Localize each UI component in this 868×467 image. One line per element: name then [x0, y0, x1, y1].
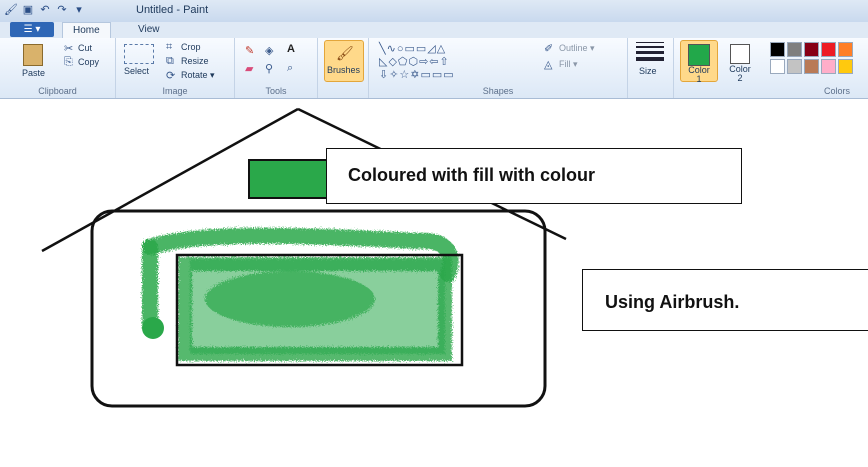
- rotate-button[interactable]: Rotate ▾: [181, 70, 215, 81]
- cut-icon[interactable]: ✂: [64, 42, 73, 55]
- palette-swatch[interactable]: [787, 42, 802, 57]
- shapes-row-1[interactable]: ╲∿○▭▭◿△: [379, 42, 446, 55]
- title-bar: 🖌 ▣ ↶ ↷ ▾ Untitled - Paint: [0, 0, 868, 23]
- color-picker-icon[interactable]: ⚲: [265, 62, 273, 75]
- colors-group-label: Colors: [823, 86, 850, 96]
- rotate-icon[interactable]: ⟳: [166, 69, 175, 82]
- clipboard-group: Paste ✂ Cut ⎘ Copy Clipboard: [0, 38, 116, 98]
- undo-icon[interactable]: ↶: [38, 3, 52, 17]
- copy-button[interactable]: Copy: [78, 57, 99, 67]
- color-2-button[interactable]: Color 2: [722, 40, 758, 83]
- resize-button[interactable]: Resize: [181, 56, 209, 66]
- tools-group: ✎ ◈ A ▰ ⚲ ⌕ Tools: [235, 38, 318, 98]
- crop-icon[interactable]: ⌗: [166, 41, 172, 54]
- window-title: Untitled - Paint: [136, 4, 209, 16]
- size-group: Size: [628, 38, 674, 98]
- palette-swatch[interactable]: [838, 42, 853, 57]
- brushes-button[interactable]: 🖌 Brushes: [324, 40, 364, 82]
- outline-button[interactable]: Outline ▾: [559, 43, 595, 54]
- palette-swatch[interactable]: [804, 42, 819, 57]
- size-lines-icon[interactable]: [636, 42, 664, 61]
- eraser-icon[interactable]: ▰: [245, 62, 253, 75]
- airbrush-dot: [142, 317, 164, 339]
- color-1-swatch: [688, 44, 710, 66]
- clipboard-group-label: Clipboard: [38, 86, 77, 96]
- brushes-group: 🖌 Brushes: [318, 38, 369, 98]
- shapes-group-label: Shapes: [482, 86, 514, 96]
- color-2-label: Color 2: [729, 64, 751, 83]
- clipboard-icon: [23, 44, 43, 66]
- resize-icon[interactable]: ⧉: [166, 55, 174, 68]
- airbrush-annotation-box: Using Airbrush.: [582, 269, 868, 331]
- cut-button[interactable]: Cut: [78, 43, 92, 53]
- fill-annotation-box: Coloured with fill with colour: [326, 148, 742, 204]
- fill-annotation-text: Coloured with fill with colour: [348, 165, 595, 185]
- paste-button[interactable]: Paste: [18, 40, 46, 80]
- tab-view[interactable]: View: [128, 22, 170, 38]
- airbrush-annotation-text: Using Airbrush.: [605, 292, 740, 312]
- customize-qat-icon[interactable]: ▾: [72, 3, 86, 17]
- fill-icon[interactable]: ◬: [544, 58, 552, 71]
- palette-swatch[interactable]: [838, 59, 853, 74]
- brush-icon: 🖌: [336, 45, 354, 61]
- paste-label: Paste: [22, 68, 46, 78]
- tools-group-label: Tools: [265, 86, 287, 96]
- crop-button[interactable]: Crop: [181, 42, 201, 52]
- magnifier-icon[interactable]: ⌕: [287, 62, 293, 75]
- file-menu-button[interactable]: ☰ ▾: [10, 22, 54, 37]
- ribbon: Paste ✂ Cut ⎘ Copy Clipboard Select ⌗ Cr…: [0, 38, 868, 99]
- shapes-row-2[interactable]: ◺◇⬠⬡⇨⇦⇧: [379, 55, 450, 68]
- shapes-row-3[interactable]: ⇩✧☆✡▭▭▭: [379, 68, 455, 81]
- brushes-label: Brushes: [327, 65, 361, 75]
- select-button[interactable]: Select: [124, 66, 149, 76]
- color-selection-group: Color 1 Color 2: [674, 38, 766, 98]
- palette-swatch[interactable]: [770, 59, 785, 74]
- paint-app-icon[interactable]: 🖌: [4, 3, 18, 17]
- color-1-label: Color 1: [688, 65, 710, 84]
- text-tool-icon[interactable]: A: [287, 43, 295, 55]
- shapes-group: ╲∿○▭▭◿△ ◺◇⬠⬡⇨⇦⇧ ⇩✧☆✡▭▭▭ ✐ Outline ▾ ◬ Fi…: [369, 38, 628, 98]
- palette-swatch[interactable]: [770, 42, 785, 57]
- save-icon[interactable]: ▣: [21, 3, 35, 17]
- select-icon[interactable]: [124, 44, 154, 64]
- outline-icon[interactable]: ✐: [544, 42, 553, 55]
- copy-icon[interactable]: ⎘: [64, 56, 73, 69]
- drawing-canvas[interactable]: Coloured with fill with colour Using Air…: [0, 99, 868, 462]
- fill-bucket-icon[interactable]: ◈: [265, 44, 273, 57]
- color-2-swatch: [730, 44, 750, 64]
- ribbon-tabs: ☰ ▾ Home View: [0, 22, 868, 39]
- redo-icon[interactable]: ↷: [55, 3, 69, 17]
- color-1-button[interactable]: Color 1: [680, 40, 718, 84]
- airbrush-strokes: [142, 227, 459, 361]
- colors-palette: Colors: [766, 38, 868, 98]
- size-label: Size: [639, 66, 657, 76]
- image-group-label: Image: [162, 86, 188, 96]
- tab-home[interactable]: Home: [62, 22, 111, 39]
- quick-access-toolbar: 🖌 ▣ ↶ ↷ ▾: [4, 3, 86, 17]
- palette-swatch[interactable]: [787, 59, 802, 74]
- palette-swatch[interactable]: [804, 59, 819, 74]
- fill-button[interactable]: Fill ▾: [559, 59, 578, 70]
- palette-swatch[interactable]: [821, 59, 836, 74]
- pencil-icon[interactable]: ✎: [245, 44, 254, 57]
- palette-swatch[interactable]: [821, 42, 836, 57]
- image-group: Select ⌗ Crop ⧉ Resize ⟳ Rotate ▾ Image: [116, 38, 235, 98]
